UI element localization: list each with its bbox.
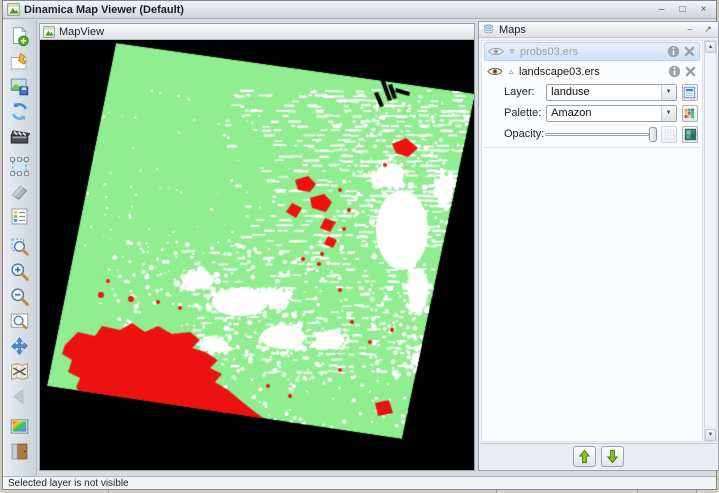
raster-view-button[interactable] bbox=[682, 126, 698, 143]
eraser-icon[interactable] bbox=[6, 179, 33, 204]
palette-label: Palette: bbox=[504, 107, 546, 119]
layer-row-probs03[interactable]: ▿ probs03.ers bbox=[484, 42, 700, 61]
visibility-toggle-eye-icon[interactable] bbox=[488, 46, 504, 57]
chevron-down-icon[interactable]: ▼ bbox=[661, 85, 676, 100]
divider bbox=[484, 147, 700, 148]
palette-edit-button[interactable] bbox=[682, 105, 698, 122]
window-title: Dinamica Map Viewer (Default) bbox=[24, 4, 649, 16]
layer-label: Layer: bbox=[504, 86, 546, 98]
layer-select-row: Layer: landuse ▼ bbox=[504, 82, 698, 102]
expander-icon[interactable]: ▿ bbox=[507, 47, 517, 56]
layers-icon bbox=[482, 23, 495, 36]
layer-reorder-bar bbox=[480, 443, 717, 469]
chevron-down-icon[interactable]: ▼ bbox=[661, 106, 676, 121]
mapview-title: MapView bbox=[59, 26, 104, 38]
palette-select-row: Palette: Amazon ▼ bbox=[504, 103, 698, 123]
panel-minimize-button[interactable]: – bbox=[683, 24, 697, 36]
maximize-button[interactable]: □ bbox=[674, 3, 691, 16]
opacity-slider-thumb[interactable] bbox=[649, 127, 657, 142]
remove-map-icon[interactable] bbox=[6, 359, 33, 384]
layer-list: ▿ probs03.ers ▵ landscape03.ers bbox=[481, 40, 703, 442]
layer-table-button[interactable] bbox=[682, 84, 698, 101]
save-image-icon[interactable] bbox=[6, 74, 33, 99]
move-layer-down-button[interactable] bbox=[601, 446, 624, 467]
layer-list-scrollbar[interactable]: ▲ ▼ bbox=[704, 40, 717, 442]
palette-icon[interactable] bbox=[6, 414, 33, 439]
grid-button bbox=[661, 126, 677, 143]
mapview-window: MapView bbox=[39, 23, 475, 471]
back-icon bbox=[6, 384, 33, 409]
map-toolbar bbox=[3, 20, 37, 476]
title-bar: Dinamica Map Viewer (Default) – □ × bbox=[3, 1, 716, 19]
refresh-icon[interactable] bbox=[6, 99, 33, 124]
select-region-icon[interactable] bbox=[6, 154, 33, 179]
zoom-fit-icon[interactable] bbox=[6, 309, 33, 334]
close-button[interactable]: × bbox=[695, 3, 712, 16]
layer-dropdown[interactable]: landuse ▼ bbox=[546, 84, 677, 101]
layer-info-icon[interactable] bbox=[667, 45, 680, 58]
animation-icon[interactable] bbox=[6, 124, 33, 149]
layer-name[interactable]: landscape03.ers bbox=[519, 66, 665, 78]
opacity-label: Opacity: bbox=[504, 128, 545, 140]
scroll-down-icon[interactable]: ▼ bbox=[705, 429, 716, 441]
zoom-out-icon[interactable] bbox=[6, 284, 33, 309]
move-layer-up-button[interactable] bbox=[573, 446, 596, 467]
legend-icon[interactable] bbox=[6, 204, 33, 229]
zoom-region-icon[interactable] bbox=[6, 234, 33, 259]
app-logo-icon bbox=[7, 3, 20, 16]
pan-icon[interactable] bbox=[6, 334, 33, 359]
opacity-slider[interactable] bbox=[545, 126, 649, 143]
status-message: Selected layer is not visible bbox=[8, 478, 129, 489]
palette-dropdown[interactable]: Amazon ▼ bbox=[546, 105, 677, 122]
panel-float-button[interactable]: ↗ bbox=[701, 24, 715, 36]
mapview-icon bbox=[43, 26, 55, 38]
map-canvas[interactable] bbox=[40, 40, 474, 470]
opacity-slider-track[interactable] bbox=[545, 133, 649, 136]
maps-panel: Maps – ↗ ▿ probs03.ers ▵ landscape03.ers bbox=[478, 21, 719, 471]
maps-panel-header: Maps – ↗ bbox=[479, 22, 718, 38]
new-map-icon[interactable] bbox=[6, 24, 33, 49]
status-bar: Selected layer is not visible bbox=[3, 476, 716, 489]
layer-close-icon[interactable] bbox=[684, 65, 697, 78]
select-tool-icon[interactable] bbox=[6, 49, 33, 74]
app-window: Dinamica Map Viewer (Default) – □ × MapV… bbox=[2, 0, 717, 490]
expander-icon[interactable]: ▵ bbox=[506, 67, 516, 76]
layer-name[interactable]: probs03.ers bbox=[520, 46, 664, 58]
zoom-in-icon[interactable] bbox=[6, 259, 33, 284]
maps-panel-title: Maps bbox=[499, 24, 679, 36]
layer-row-landscape03[interactable]: ▵ landscape03.ers bbox=[484, 62, 700, 81]
layer-close-icon[interactable] bbox=[683, 45, 696, 58]
visibility-toggle-eye-icon[interactable] bbox=[487, 66, 503, 77]
scroll-up-icon[interactable]: ▲ bbox=[705, 41, 716, 53]
exit-icon[interactable] bbox=[6, 439, 33, 464]
palette-dropdown-value: Amazon bbox=[551, 107, 591, 119]
minimize-button[interactable]: – bbox=[653, 3, 670, 16]
opacity-row: Opacity: bbox=[504, 124, 698, 144]
layer-info-icon[interactable] bbox=[668, 65, 681, 78]
layer-dropdown-value: landuse bbox=[551, 86, 590, 98]
mapview-titlebar: MapView bbox=[40, 24, 474, 40]
